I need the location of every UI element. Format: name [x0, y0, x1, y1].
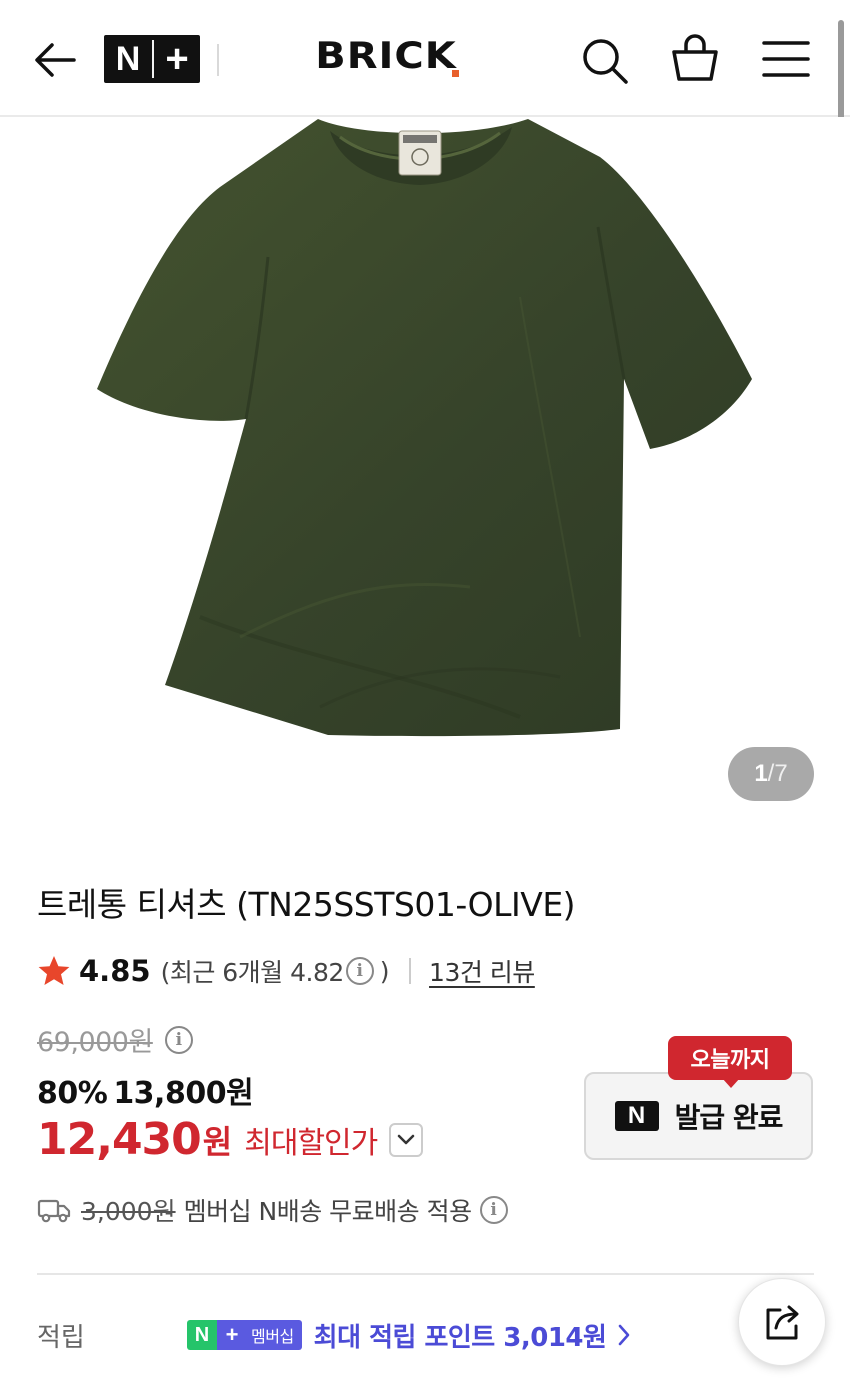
rating-recent-close: ) [379, 956, 390, 986]
back-button[interactable] [28, 36, 82, 84]
max-points-text: 최대 적립 포인트 3,014원 [313, 1322, 607, 1353]
max-price-label: 최대할인가 [244, 1125, 378, 1161]
discount-rate: 80% [37, 1076, 108, 1111]
image-counter: 1 /7 [728, 747, 814, 801]
search-button[interactable] [578, 34, 632, 88]
original-price: 69,000원 [37, 1027, 153, 1058]
rating-value: 4.85 [79, 954, 151, 988]
brand-logo[interactable]: BRICK [312, 36, 460, 76]
nplus-membership-badge: N + 멤버십 [187, 1320, 302, 1350]
nplus-badge-plus: + [217, 1320, 247, 1350]
max-discount-price: 12,430 [37, 1114, 202, 1165]
original-price-row: 69,000원 i [37, 1020, 193, 1059]
rating-row: 4.85 (최근 6개월 4.82 i ) 13건 리뷰 [37, 950, 535, 992]
product-title: 트레통 티셔츠 (TN25SSTS01-OLIVE) [37, 885, 576, 924]
olive-tshirt-photo [97, 119, 752, 737]
rating-separator [409, 958, 412, 984]
top-header: N + BRICK [0, 0, 850, 117]
nplus-badge-member: 멤버십 [247, 1320, 302, 1350]
sale-price: 13,800원 [113, 1076, 254, 1111]
rating-recent: (최근 6개월 4.82 [160, 958, 345, 987]
coupon-label: 발급 완료 [674, 1101, 784, 1134]
search-icon [583, 39, 628, 84]
points-row[interactable]: 적립 N + 멤버십 최대 적립 포인트 3,014원 [37, 1315, 737, 1355]
nplus-logo[interactable]: N + [104, 35, 200, 83]
chevron-right-icon [619, 1324, 630, 1346]
coupon-issued-button[interactable]: N 발급 완료 [584, 1072, 813, 1160]
shipping-row: 3,000원 멤버십 N배송 무료배송 적용 i [37, 1192, 508, 1228]
hamburger-menu-icon [762, 41, 810, 77]
coupon-n-icon: N [614, 1101, 659, 1131]
nplus-plus: + [165, 37, 189, 81]
nplus-badge-n: N [187, 1320, 217, 1350]
price-info-icon[interactable]: i [164, 1025, 193, 1054]
shipping-info-icon[interactable]: i [479, 1196, 508, 1224]
nplus-separator [152, 40, 154, 78]
chevron-down-icon [398, 1134, 415, 1144]
max-price-unit: 원 [202, 1122, 233, 1161]
shopping-bag-icon [672, 34, 718, 81]
discount-row: 80% 13,800원 [37, 1068, 254, 1112]
share-icon [766, 1305, 799, 1340]
section-divider [37, 1273, 814, 1275]
arrow-left-icon [35, 43, 76, 77]
cart-button[interactable] [668, 32, 722, 86]
nplus-n: N [115, 39, 141, 78]
share-button[interactable] [738, 1278, 826, 1366]
image-counter-total: /7 [767, 760, 788, 787]
shipping-fee: 3,000원 [81, 1197, 176, 1226]
max-price-row: 12,430 원 최대할인가 [37, 1114, 424, 1165]
star-icon [38, 956, 70, 985]
review-link[interactable]: 13건 리뷰 [429, 953, 535, 989]
max-price-expand-button[interactable] [389, 1122, 424, 1157]
product-page: N + BRICK 1 /7 트레통 티셔츠 (TN25SSTS01-OLIVE… [0, 0, 850, 1385]
brand-logo-mark [452, 70, 459, 77]
product-image[interactable] [0, 117, 850, 827]
coupon-tag-pointer [722, 1078, 740, 1088]
truck-icon [37, 1199, 71, 1223]
shipping-text: 멤버십 N배송 무료배송 적용 [183, 1197, 473, 1226]
rating-info-icon[interactable]: i [345, 957, 374, 985]
points-label: 적립 [37, 1322, 85, 1353]
header-divider [217, 44, 219, 76]
coupon-today-tag: 오늘까지 [668, 1036, 792, 1080]
image-counter-current: 1 [754, 760, 768, 787]
menu-button[interactable] [760, 38, 812, 80]
